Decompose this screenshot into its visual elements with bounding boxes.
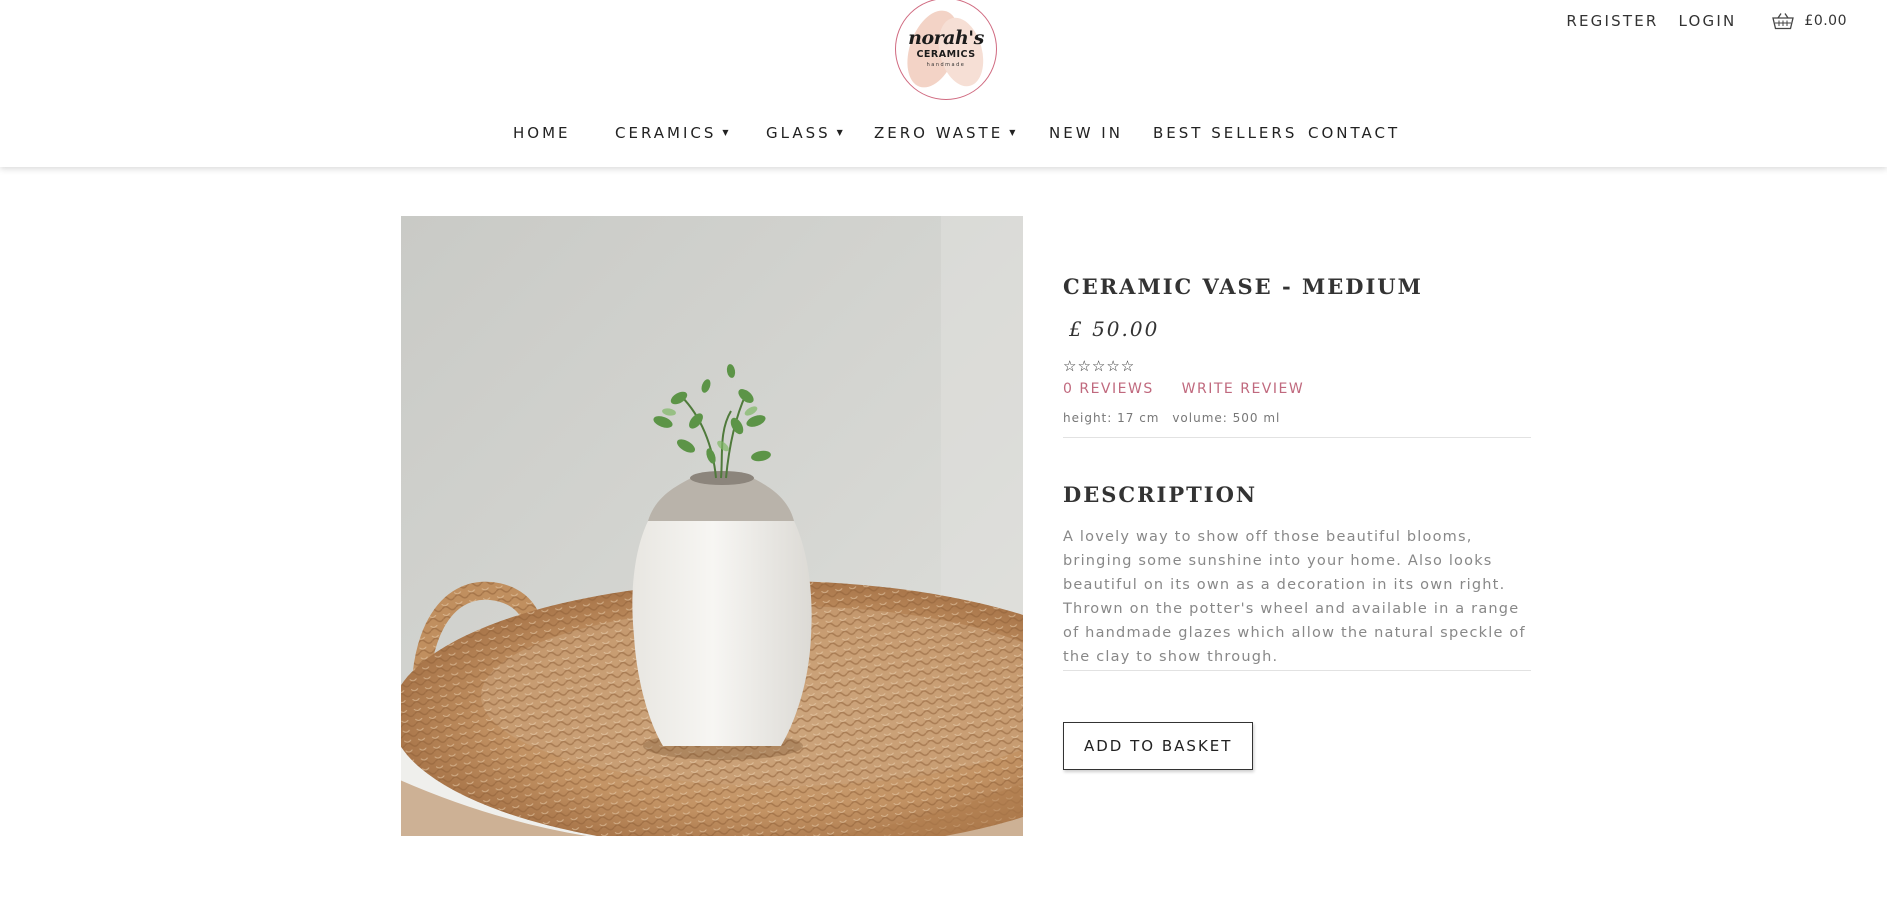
nav-item-glass[interactable]: GLASS ▼ <box>766 124 843 142</box>
rating-stars: ☆☆☆☆☆ <box>1063 357 1136 375</box>
nav-item-home[interactable]: HOME <box>513 124 571 142</box>
product-price: £ 50.00 <box>1069 317 1160 341</box>
register-link[interactable]: REGISTER <box>1566 12 1658 30</box>
nav-item-label: CONTACT <box>1308 124 1401 142</box>
main-nav: HOME CERAMICS ▼ GLASS ▼ ZERO WASTE ▼ NEW IN… <box>0 124 1887 146</box>
nav-item-zero-waste[interactable]: ZERO WASTE ▼ <box>874 124 1015 142</box>
dropdown-caret-icon: ▼ <box>1009 128 1016 137</box>
nav-item-label: ZERO WASTE <box>874 124 1004 142</box>
add-to-basket-button[interactable]: ADD TO BASKET <box>1063 722 1254 770</box>
account-links: REGISTER LOGIN £0.00 <box>1566 12 1847 30</box>
nav-item-contact[interactable]: CONTACT <box>1308 124 1400 142</box>
height-spec: height: 17 cm <box>1063 411 1160 425</box>
cart-total[interactable]: £0.00 <box>1804 13 1847 29</box>
logo-subtitle: CERAMICS <box>916 49 976 60</box>
write-review-link[interactable]: WRITE REVIEW <box>1182 381 1305 397</box>
review-links: 0 REVIEWS WRITE REVIEW <box>1063 381 1531 397</box>
nav-item-label: HOME <box>513 124 571 142</box>
nav-item-new-in[interactable]: NEW IN <box>1049 124 1123 142</box>
basket-icon[interactable] <box>1772 12 1795 30</box>
logo-brand-name: norah's <box>908 27 984 49</box>
dropdown-caret-icon: ▼ <box>722 128 729 137</box>
nav-item-label: NEW IN <box>1049 124 1123 142</box>
product-image[interactable] <box>401 216 1023 836</box>
description-heading: DESCRIPTION <box>1063 482 1258 507</box>
login-link[interactable]: LOGIN <box>1679 12 1737 30</box>
description-text: A lovely way to show off those beautiful… <box>1063 529 1526 665</box>
reviews-count-link[interactable]: 0 REVIEWS <box>1063 381 1154 397</box>
brand-logo[interactable]: norah's CERAMICS handmade <box>895 0 997 100</box>
volume-spec: volume: 500 ml <box>1172 411 1281 425</box>
logo-tagline: handmade <box>926 62 966 68</box>
nav-item-label: CERAMICS <box>615 124 717 142</box>
dropdown-caret-icon: ▼ <box>836 128 843 137</box>
nav-item-label: GLASS <box>766 124 831 142</box>
vase-photo <box>401 216 1023 836</box>
nav-item-best-sellers[interactable]: BEST SELLERS <box>1153 124 1297 142</box>
nav-item-ceramics[interactable]: CERAMICS ▼ <box>615 124 729 142</box>
divider <box>1063 670 1531 671</box>
nav-item-label: BEST SELLERS <box>1153 124 1298 142</box>
site-header: norah's CERAMICS handmade REGISTER LOGIN… <box>0 0 1887 167</box>
product-specs: height: 17 cm volume: 500 ml <box>1063 411 1531 425</box>
product-title: CERAMIC VASE - MEDIUM <box>1063 274 1423 299</box>
product-details: CERAMIC VASE - MEDIUM £ 50.00 ☆☆☆☆☆ 0 RE… <box>1063 274 1531 770</box>
divider <box>1063 437 1531 438</box>
